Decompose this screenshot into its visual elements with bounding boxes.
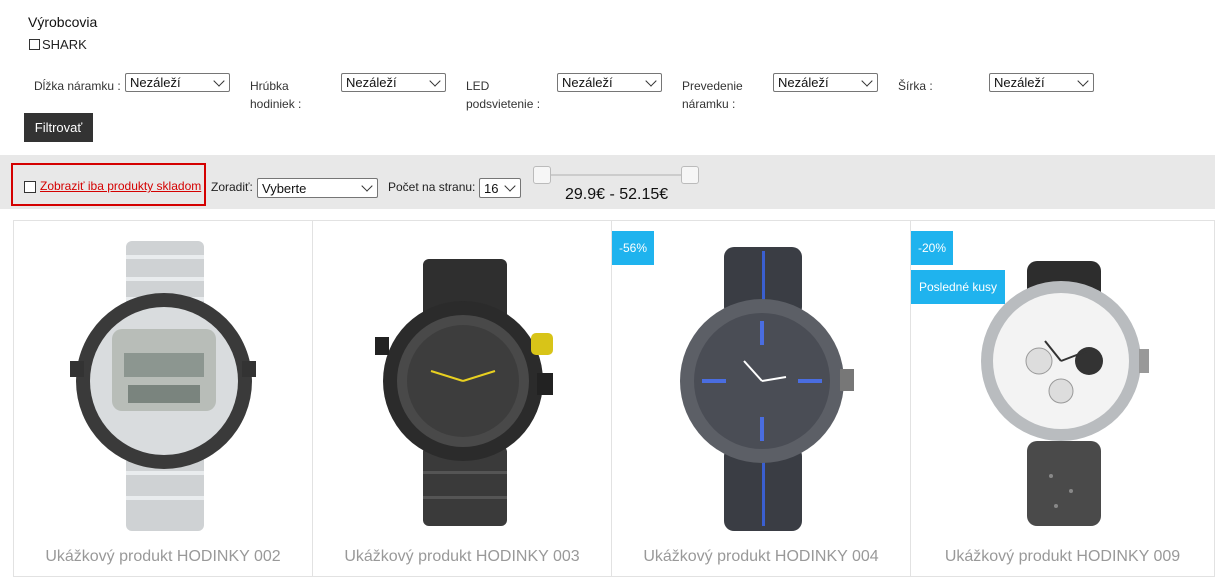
chevron-down-icon [504,180,516,192]
chevron-down-icon [429,74,441,87]
product-card[interactable]: Ukážkový produkt HODINKY 003 [312,220,612,577]
product-card[interactable]: -56% Ukážkový produkt HODINKY 004 [611,220,911,577]
stock-only-checkbox[interactable] [24,181,36,193]
product-name[interactable]: Ukážkový produkt HODINKY 004 [612,548,910,566]
brand-option-label: SHARK [42,37,87,52]
brand-checkbox[interactable] [29,39,40,50]
chevron-down-icon [213,74,225,87]
price-slider-min-handle[interactable] [533,166,551,184]
filter-button[interactable]: Filtrovať [24,113,93,142]
chevron-down-icon [361,180,373,192]
chevron-down-icon [1077,74,1089,87]
chevron-down-icon [861,74,873,87]
width-select[interactable]: Nezáleží [989,73,1094,92]
led-backlight-label: LED podsvietenie : [466,79,541,111]
strap-type-label: Prevedenie náramku : [682,79,743,111]
brand-filter-title: Výrobcovia [28,14,98,30]
product-name[interactable]: Ukážkový produkt HODINKY 003 [313,548,611,566]
watch-thickness-select[interactable]: Nezáleží [341,73,446,92]
silver-digital-watch-image[interactable] [64,241,264,531]
product-card[interactable]: -20% Posledné kusy Ukážkový produkt HODI… [910,220,1215,577]
strap-type-select[interactable]: Nezáleží [773,73,878,92]
price-range-text: 29.9€ - 52.15€ [565,186,669,203]
product-name[interactable]: Ukážkový produkt HODINKY 002 [14,548,312,566]
width-label: Šírka : [898,79,933,93]
stock-only-link[interactable]: Zobraziť iba produkty skladom [40,179,201,193]
discount-badge: -56% [612,231,654,265]
brand-option-shark[interactable]: SHARK [29,37,87,52]
product-name[interactable]: Ukážkový produkt HODINKY 009 [911,548,1214,566]
sort-label: Zoradiť: [211,180,253,194]
price-slider-max-handle[interactable] [681,166,699,184]
strap-length-select[interactable]: Nezáleží [125,73,230,92]
strap-length-label: Dĺžka náramku : [34,79,121,93]
led-backlight-select[interactable]: Nezáleží [557,73,662,92]
product-card[interactable]: Ukážkový produkt HODINKY 002 [13,220,313,577]
price-slider-track [541,174,690,176]
per-page-label: Počet na stranu: [388,180,476,194]
sort-select[interactable]: Vyberte [257,178,378,198]
discount-badge: -20% [911,231,953,265]
white-chronograph-watch-image[interactable] [961,241,1161,531]
watch-thickness-label: Hrúbka hodiniek : [250,79,302,111]
blue-rubber-watch-image[interactable] [662,241,862,531]
per-page-select[interactable]: 16 [479,178,521,198]
black-yellow-watch-image[interactable] [363,241,563,531]
chevron-down-icon [645,74,657,87]
